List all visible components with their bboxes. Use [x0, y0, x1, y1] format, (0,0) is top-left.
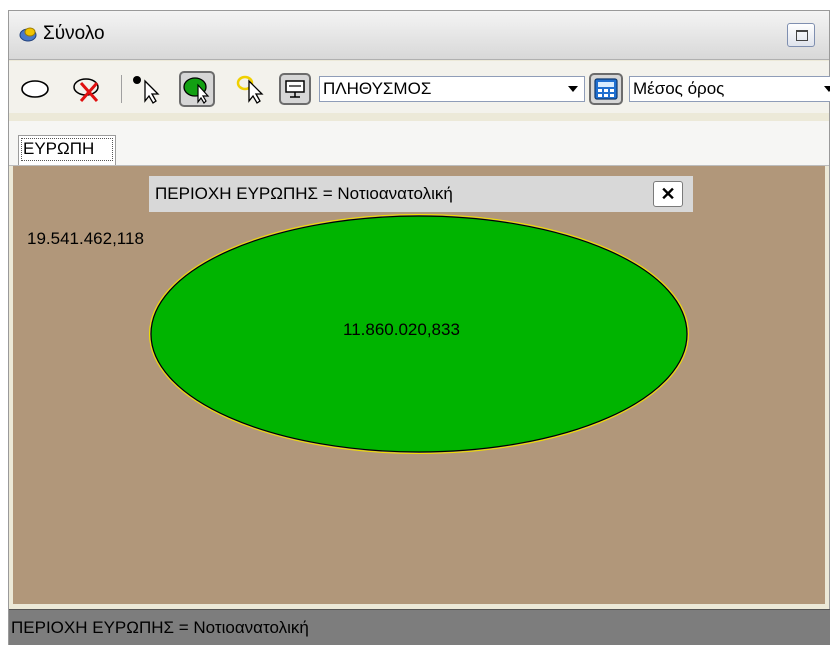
filter-text: ΠΕΡΙΟΧΗ ΕΥΡΩΠΗΣ = Νοτιοανατολική: [155, 184, 453, 203]
ellipse-select-icon[interactable]: [19, 73, 51, 105]
main-window: Σύνολο ΠΛΗΘΥΣΜΟΣ Μέσος όρος ΕΥΡΩΠΗ ΠΕΡΙΟ…: [8, 10, 830, 645]
map-canvas[interactable]: ΠΕΡΙΟΧΗ ΕΥΡΩΠΗΣ = Νοτιοανατολική ✕ 19.54…: [13, 166, 825, 604]
aggregate-select-value: Μέσος όρος: [633, 79, 725, 98]
toolbar-separator: [121, 75, 122, 103]
title-bar: Σύνολο: [9, 11, 829, 60]
focus-rect: [21, 138, 113, 161]
close-filter-button[interactable]: ✕: [653, 181, 683, 207]
total-value: 19.541.462,118: [27, 229, 144, 248]
calculator-icon: [594, 78, 618, 100]
region-select-button[interactable]: [179, 71, 215, 107]
tab-strip: ΕΥΡΩΠΗ: [9, 121, 829, 166]
chevron-down-icon: [568, 86, 578, 92]
restore-button[interactable]: [787, 23, 815, 47]
variable-select[interactable]: ΠΛΗΘΥΣΜΟΣ: [319, 76, 585, 102]
display-icon: [285, 80, 305, 98]
toolbar: ΠΛΗΘΥΣΜΟΣ Μέσος όρος: [9, 61, 830, 113]
window-title: Σύνολο: [43, 23, 105, 44]
filter-bar: ΠΕΡΙΟΧΗ ΕΥΡΩΠΗΣ = Νοτιοανατολική ✕: [149, 176, 693, 212]
aggregate-select[interactable]: Μέσος όρος: [629, 76, 830, 102]
pointer-icon[interactable]: [235, 73, 267, 105]
display-button[interactable]: [279, 73, 311, 105]
clear-selection-icon[interactable]: [71, 73, 103, 105]
calculator-button[interactable]: [589, 73, 623, 105]
point-select-icon[interactable]: [131, 73, 163, 105]
region-value: 11.860.020,833: [343, 320, 460, 339]
restore-icon: [796, 30, 808, 41]
close-icon: ✕: [660, 184, 676, 204]
tab-europe[interactable]: ΕΥΡΩΠΗ: [18, 135, 116, 165]
status-bar: ΠΕΡΙΟΧΗ ΕΥΡΩΠΗΣ = Νοτιοανατολική: [9, 609, 830, 645]
chevron-down-icon: [824, 86, 830, 92]
variable-select-value: ΠΛΗΘΥΣΜΟΣ: [323, 79, 432, 98]
status-text: ΠΕΡΙΟΧΗ ΕΥΡΩΠΗΣ = Νοτιοανατολική: [11, 618, 309, 637]
app-icon: [19, 27, 37, 42]
region-select-icon: [183, 77, 210, 104]
